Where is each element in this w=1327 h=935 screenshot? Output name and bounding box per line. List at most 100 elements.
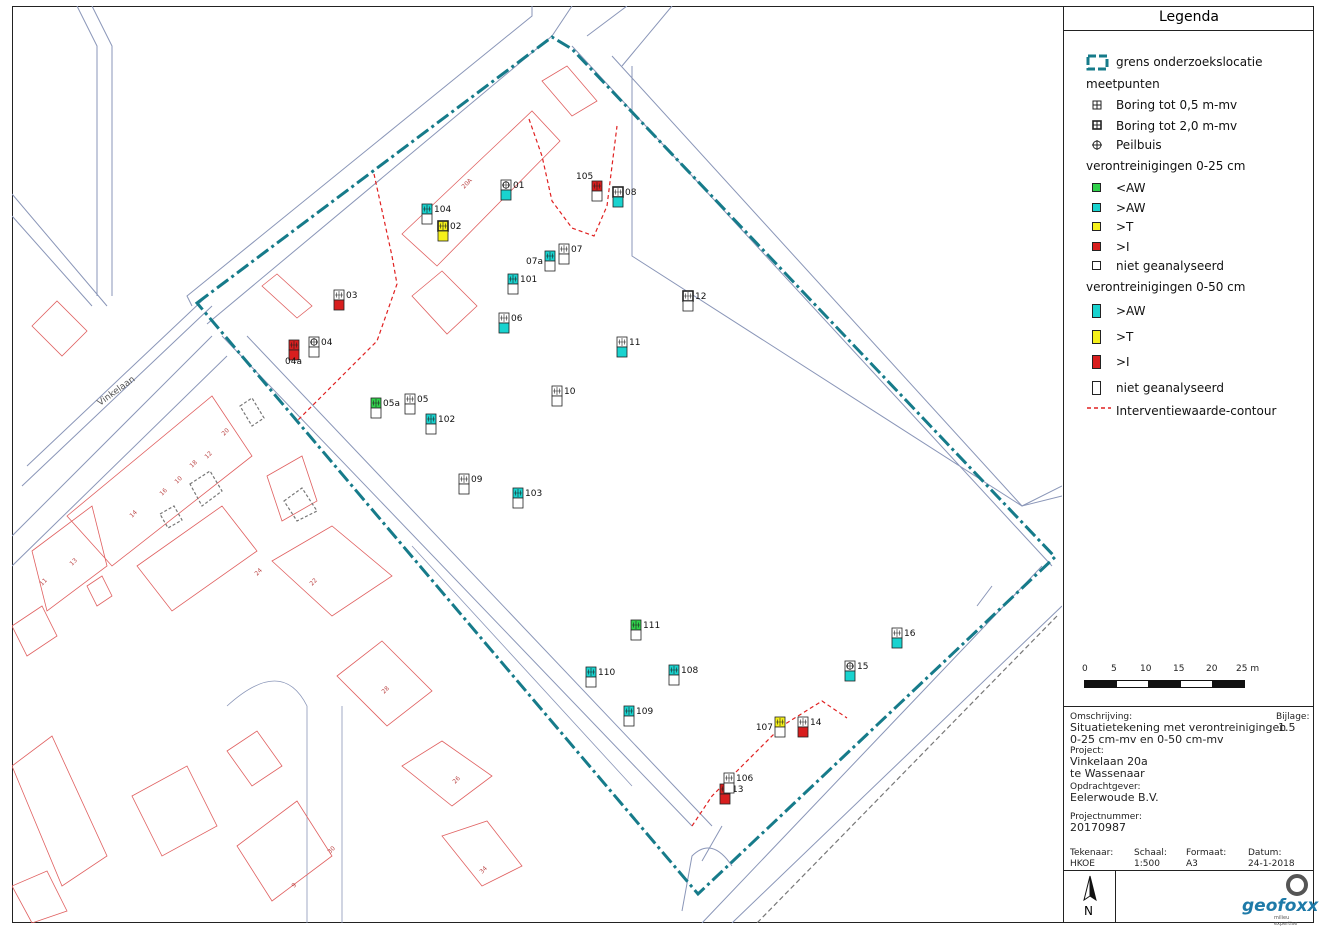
house-numbers: 20A 20 18 16 14 12 10 24 22 28 26 30 11 13 9 34 (38, 177, 488, 890)
legend-contam1-label-0: <AW (1116, 181, 1146, 195)
legend-contam2-swatch-1 (1092, 329, 1101, 344)
house-number: 22 (308, 577, 318, 587)
house-number: 11 (38, 577, 48, 587)
measure-point-05a: 05a (370, 397, 400, 419)
road-lines (12, 6, 1062, 923)
legend-contam1-label-2: >T (1116, 220, 1134, 234)
legend-contam2-label-1: >T (1116, 329, 1134, 344)
svg-text:09: 09 (471, 475, 483, 485)
tb-formaat-label: Formaat: (1186, 848, 1227, 858)
svg-text:105: 105 (576, 172, 593, 182)
house-number: 28 (380, 685, 390, 695)
house-number: 12 (203, 450, 213, 460)
measure-point-05: 05 (404, 393, 428, 415)
tb-omschrijving-2: 0-25 cm-mv en 0-50 cm-mv (1070, 733, 1224, 746)
house-number: 20 (220, 427, 230, 437)
svg-text:111: 111 (643, 621, 660, 631)
legend-measure-item-0: Boring tot 0,5 m-mv (1116, 98, 1238, 112)
house-number: 26 (451, 775, 461, 785)
scale-label-5: 25 m (1236, 664, 1260, 674)
measure-point-109: 109 (623, 705, 653, 727)
svg-text:05a: 05a (383, 399, 400, 409)
tb-schaal-value: 1:500 (1134, 859, 1160, 869)
house-number: 14 (128, 509, 138, 519)
svg-text:04: 04 (321, 338, 333, 348)
legend-measure-item-1: Boring tot 2,0 m-mv (1116, 119, 1238, 133)
legend-contam1-swatch-4 (1092, 261, 1101, 270)
measure-point-107: 107 (756, 716, 786, 738)
map-canvas: Vinkelaan 20A 20 18 16 14 12 10 24 22 28 26 30 11 13 9… (12, 6, 1062, 923)
tb-datum-value: 24-1-2018 (1248, 859, 1295, 869)
measure-point-105: 105 (576, 172, 603, 202)
legend-contam1-header: verontreinigingen 0-25 cm (1086, 159, 1246, 173)
tb-schaal-label: Schaal: (1134, 848, 1167, 858)
svg-text:106: 106 (736, 774, 753, 784)
svg-text:102: 102 (438, 415, 455, 425)
measure-point-102: 102 (425, 413, 455, 435)
legend-contam2-label-2: >I (1116, 355, 1130, 369)
house-number: 34 (478, 865, 488, 875)
tb-formaat-value: A3 (1186, 859, 1198, 869)
svg-text:08: 08 (625, 188, 637, 198)
site-boundary (194, 35, 1058, 897)
legend-contam1-swatch-2 (1092, 222, 1101, 231)
svg-text:15: 15 (857, 662, 868, 672)
measure-point-02: 02 (437, 220, 461, 242)
legend-panel: Legenda grens onderzoekslocatie meetpunt… (1063, 6, 1318, 927)
svg-text:110: 110 (598, 668, 615, 678)
measure-point-09: 09 (458, 473, 483, 495)
street-label: Vinkelaan (96, 375, 137, 409)
svg-text:04a: 04a (285, 357, 302, 367)
measure-points: 0102030404a0505a060707a08091011121314151… (285, 172, 916, 805)
measure-point-12: 12 (682, 290, 706, 312)
legend-contam1-label-4: niet geanalyseerd (1116, 259, 1224, 273)
svg-text:109: 109 (636, 707, 653, 717)
north-arrow-box: N (1064, 870, 1116, 923)
svg-text:101: 101 (520, 275, 537, 285)
measure-point-07: 07 (558, 243, 582, 265)
legend-measure-header: meetpunten (1086, 77, 1160, 91)
measure-point-108: 108 (668, 664, 698, 686)
house-number: 13 (68, 557, 78, 567)
contour-symbol (1087, 407, 1111, 409)
svg-text:10: 10 (564, 387, 576, 397)
measure-point-01: 01 (500, 179, 524, 201)
legend-contam2-swatch-2 (1092, 355, 1101, 369)
scale-label-0: 0 (1082, 664, 1088, 674)
intervention-contours (296, 118, 848, 827)
legend-contam2-header: verontreinigingen 0-50 cm (1086, 280, 1246, 294)
measure-point-14: 14 (797, 716, 822, 738)
svg-text:07: 07 (571, 245, 582, 255)
legend-title: Legenda (1064, 6, 1314, 31)
svg-text:02: 02 (450, 222, 461, 232)
tb-projectnummer-value: 20170987 (1070, 821, 1126, 834)
legend-contam2-swatch-0 (1092, 304, 1101, 318)
north-label: N (1084, 904, 1093, 918)
logo-text: geofoxx (1242, 896, 1319, 916)
measure-point-08: 08 (612, 186, 637, 208)
house-number: 30 (326, 845, 336, 855)
measure-point-103: 103 (512, 487, 542, 509)
legend-contam1-label-1: >AW (1116, 200, 1146, 215)
legend-contam1-swatch-3 (1092, 241, 1101, 251)
scale-label-2: 10 (1140, 664, 1152, 674)
measure-point-06: 06 (498, 312, 523, 334)
legend-contour-label: Interventiewaarde-contour (1116, 404, 1277, 418)
measure-point-11: 11 (616, 336, 640, 358)
house-number: 10 (173, 475, 183, 485)
logo-sub: milieu expertise (1274, 915, 1298, 927)
measure-symbols (1092, 100, 1102, 150)
legend-contam2-label-3: niet geanalyseerd (1116, 380, 1224, 395)
measure-point-16: 16 (891, 627, 916, 649)
tb-datum-label: Datum: (1248, 848, 1282, 858)
svg-text:14: 14 (810, 718, 822, 728)
svg-text:01: 01 (513, 181, 524, 191)
svg-text:16: 16 (904, 629, 916, 639)
svg-text:11: 11 (629, 338, 640, 348)
svg-text:07a: 07a (526, 257, 543, 267)
tb-opdrachtgever-value: Eelerwoude B.V. (1070, 791, 1159, 804)
measure-point-04a: 04a (285, 339, 302, 367)
legend-contam2-swatch-3 (1092, 380, 1101, 395)
legend-contam2-label-0: >AW (1116, 304, 1146, 318)
logo-ring-icon (1286, 874, 1308, 896)
